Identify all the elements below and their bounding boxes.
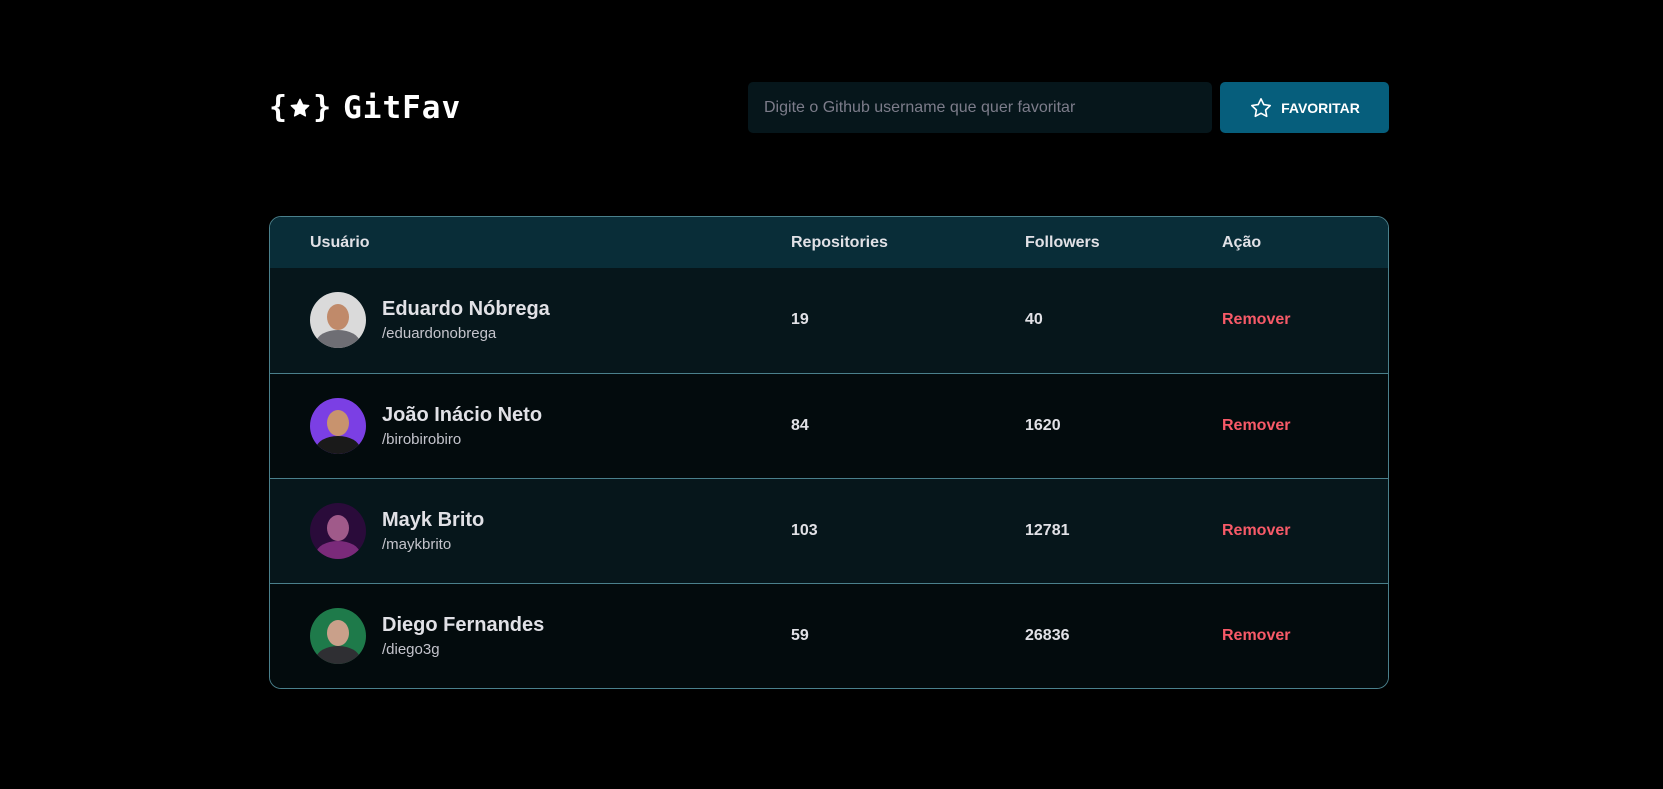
- avatar: [310, 502, 366, 559]
- followers-count: 40: [1025, 311, 1043, 329]
- column-header-repositories: Repositories: [791, 233, 888, 251]
- favorites-table: Usuário Repositories Followers Ação Edua…: [269, 216, 1389, 689]
- user-login: /birobirobiro: [382, 430, 462, 448]
- repositories-count: 19: [791, 311, 809, 329]
- user-cell: João Inácio Neto /birobirobiro: [270, 372, 791, 478]
- user-login: /diego3g: [382, 640, 440, 658]
- remove-button[interactable]: Remover: [1222, 417, 1290, 435]
- username-input[interactable]: [748, 82, 1212, 133]
- repositories-count: 103: [791, 477, 1025, 583]
- table-row: Diego Fernandes /diego3g 59 26836 Remove…: [270, 582, 1388, 688]
- avatar: [310, 607, 366, 664]
- followers-count: 26836: [1025, 582, 1222, 688]
- table-row: Mayk Brito /maykbrito 103 12781 Remover: [270, 477, 1388, 583]
- remove-button[interactable]: Remover: [1222, 311, 1290, 329]
- user-name: João Inácio Neto: [382, 403, 543, 426]
- followers-count: 1620: [1025, 372, 1222, 478]
- app-container: {} GitFav Favoritar Usuário Repositories…: [269, 82, 1389, 689]
- column-header-followers: Followers: [1025, 233, 1100, 251]
- column-header-user: Usuário: [310, 233, 370, 251]
- braces-star-icon: {}: [269, 89, 332, 125]
- user-cell: Eduardo Nóbrega /eduardonobrega: [270, 268, 791, 373]
- avatar: [310, 397, 366, 454]
- user-name: Diego Fernandes: [382, 613, 545, 636]
- user-login: /eduardonobrega: [382, 325, 497, 343]
- table-row: Eduardo Nóbrega /eduardonobrega 19 40 Re…: [270, 268, 1388, 373]
- user-name: Eduardo Nóbrega: [382, 298, 550, 321]
- logo: {} GitFav: [269, 90, 461, 126]
- table-header-row: Usuário Repositories Followers Ação: [270, 217, 1388, 268]
- app-title: GitFav: [343, 89, 462, 126]
- favorite-button[interactable]: Favoritar: [1220, 82, 1389, 133]
- table-row: João Inácio Neto /birobirobiro 84 1620 R…: [270, 372, 1388, 478]
- search-bar: Favoritar: [748, 82, 1389, 133]
- favorite-button-label: Favoritar: [1281, 99, 1360, 116]
- column-header-action: Ação: [1222, 233, 1262, 251]
- user-name: Mayk Brito: [382, 508, 485, 531]
- user-cell: Diego Fernandes /diego3g: [270, 582, 791, 688]
- user-cell: Mayk Brito /maykbrito: [270, 477, 791, 583]
- followers-count: 12781: [1025, 477, 1222, 583]
- remove-button[interactable]: Remover: [1222, 627, 1290, 645]
- user-login: /maykbrito: [382, 535, 452, 553]
- avatar: [310, 292, 366, 349]
- repositories-count: 84: [791, 372, 1025, 478]
- repositories-count: 59: [791, 582, 1025, 688]
- remove-button[interactable]: Remover: [1222, 522, 1290, 540]
- star-outline-icon: [1251, 97, 1272, 117]
- page-header: {} GitFav Favoritar: [269, 82, 1389, 133]
